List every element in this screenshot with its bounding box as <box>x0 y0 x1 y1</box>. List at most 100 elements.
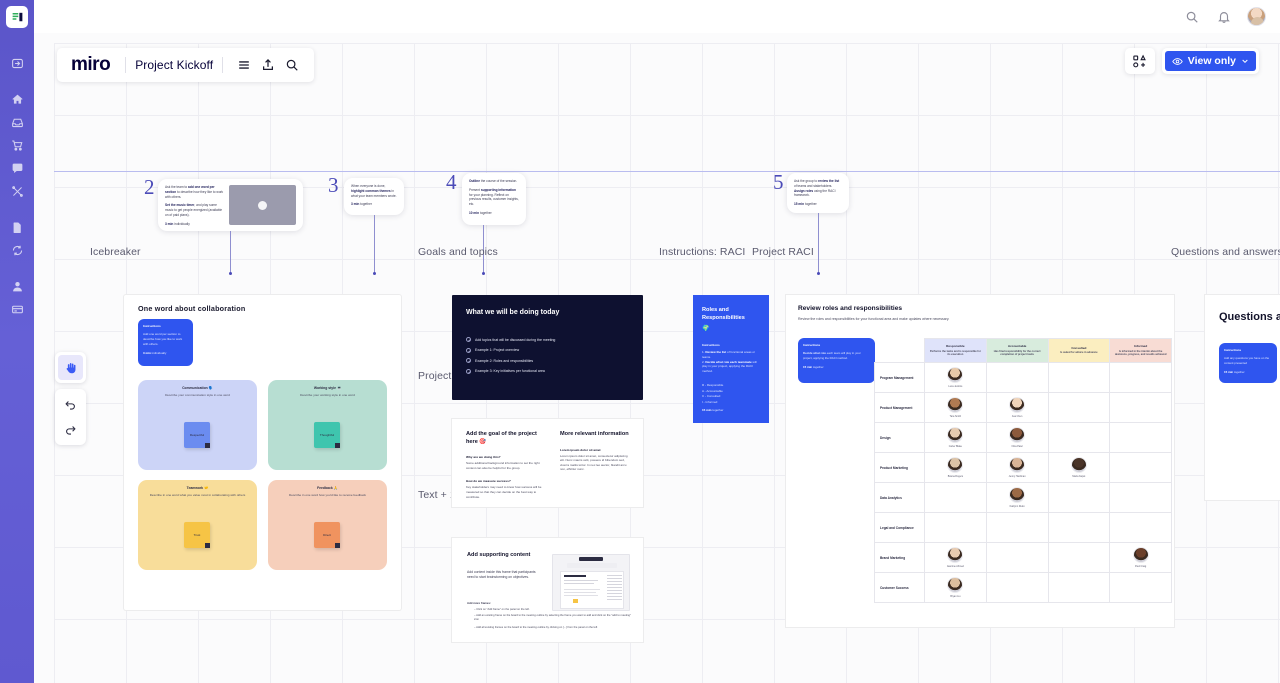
card-icon[interactable] <box>0 298 34 321</box>
raci-cell-empty[interactable] <box>1109 482 1172 513</box>
raci-cell-empty[interactable] <box>924 512 987 543</box>
apps-icon[interactable] <box>1124 48 1155 74</box>
raci-cell-person[interactable]: Carter Blake <box>924 422 987 453</box>
raci-cell-empty[interactable] <box>924 482 987 513</box>
inbox-icon[interactable] <box>0 111 34 134</box>
frame-icebreaker[interactable]: One word about collaboration Instruction… <box>124 295 401 610</box>
sync-icon[interactable] <box>0 239 34 262</box>
raci-cell-person[interactable]: Bryan Liu <box>924 572 987 603</box>
icebreaker-instructions-card[interactable]: Instructions Add one word per section to… <box>138 319 193 366</box>
raci-cell-person[interactable]: Paul Craig <box>1109 542 1172 573</box>
sticky-note[interactable]: Trust <box>184 522 210 548</box>
raci-row[interactable]: Product Marketing Briana Rogers Jenny Hard… <box>874 452 1172 483</box>
bell-icon[interactable] <box>1215 8 1233 26</box>
frame-label-qa[interactable]: Questions and answers <box>1171 246 1280 258</box>
supporting-content-image[interactable] <box>552 554 630 611</box>
raci-cell-empty[interactable] <box>985 512 1049 543</box>
collapse-icon[interactable] <box>0 52 34 75</box>
frame-label-goals[interactable]: Goals and topics <box>418 246 498 258</box>
raci-cell-person[interactable]: Jenny Hardman <box>985 452 1049 483</box>
step-4-card[interactable]: Outline the course of the session. Prese… <box>462 173 526 225</box>
raci-cell-empty[interactable] <box>1109 452 1172 483</box>
raci-cell-empty[interactable] <box>1047 512 1111 543</box>
raci-cell-person[interactable]: Jasmine Ahmed <box>924 542 987 573</box>
goals-item[interactable]: Add topics that will be discussed during… <box>466 337 555 342</box>
view-only-inner[interactable]: View only <box>1164 51 1256 71</box>
redo-tool[interactable] <box>58 417 83 442</box>
user-avatar[interactable] <box>1247 7 1266 26</box>
frame-text-plus-pictures[interactable]: Add supporting content Add content insid… <box>452 538 643 642</box>
frame-project-overview[interactable]: Add the goal of the project here 🎯 Why a… <box>452 419 643 507</box>
frame-label-icebreaker[interactable]: Icebreaker <box>90 246 141 258</box>
quadrant-communication[interactable]: Communication 🗣️ Describe your communica… <box>138 380 257 470</box>
view-only-button[interactable]: View only <box>1161 48 1259 74</box>
frame-raci-instructions[interactable]: Roles and Responsibilities 🌍 Instruction… <box>693 295 769 423</box>
raci-matrix[interactable]: Responsible Performs the tasks and is re… <box>874 338 1172 603</box>
raci-row[interactable]: Program Management Luca Jenkins <box>874 362 1172 393</box>
raci-cell-person[interactable]: Luca Jenkins <box>924 362 987 393</box>
share-icon[interactable] <box>256 53 280 77</box>
raci-cell-empty[interactable] <box>985 572 1049 603</box>
frame-label-raci-instructions[interactable]: Instructions: RACI <box>659 246 745 258</box>
raci-row[interactable]: Legal and Compliance <box>874 512 1172 543</box>
raci-cell-empty[interactable] <box>985 542 1049 573</box>
raci-cell-empty[interactable] <box>1047 572 1111 603</box>
sticky-note[interactable]: Direct <box>314 522 340 548</box>
raci-cell-empty[interactable] <box>1109 392 1172 423</box>
frame-label-raci[interactable]: Project RACI <box>752 246 814 258</box>
raci-cell-empty[interactable] <box>985 362 1049 393</box>
quadrant-feedback[interactable]: Feedback 🙏 Describe in one word how you'… <box>268 480 387 570</box>
step-5-card[interactable]: Ask the group to review the list of team… <box>787 173 849 213</box>
raci-cell-person[interactable]: Tara Smith <box>924 392 987 423</box>
raci-cell-empty[interactable] <box>1109 512 1172 543</box>
document-icon[interactable] <box>0 216 34 239</box>
raci-row[interactable]: Brand Marketing Jasmine Ahmed Paul Craig <box>874 542 1172 573</box>
qa-instructions-card[interactable]: Instructions Add any questions you have … <box>1219 343 1277 383</box>
raci-cell-empty[interactable] <box>1109 422 1172 453</box>
frame-questions-and-answers[interactable]: Questions and answers Instructions Add a… <box>1205 295 1280 500</box>
goals-item[interactable]: Example 2: Roles and responsibilities <box>466 358 555 363</box>
raci-cell-empty[interactable] <box>1047 422 1111 453</box>
step-2-card[interactable]: Ask the team to add one word per section… <box>158 179 303 231</box>
raci-cell-empty[interactable] <box>1109 572 1172 603</box>
home-icon[interactable] <box>0 88 34 111</box>
undo-tool[interactable] <box>58 392 83 417</box>
raci-cell-person[interactable]: Nina Patel <box>985 422 1049 453</box>
raci-instructions-card[interactable]: Instructions Decide what role each team … <box>798 338 875 383</box>
raci-cell-empty[interactable] <box>1047 362 1111 393</box>
sticky-note[interactable]: Thoughtful <box>314 422 340 448</box>
frame-project-raci[interactable]: Review roles and responsibilities Review… <box>786 295 1174 627</box>
raci-row[interactable]: Design Carter Blake Nina Patel <box>874 422 1172 453</box>
raci-row[interactable]: Data Analytics Kaitlynn Rudo <box>874 482 1172 513</box>
board-canvas[interactable]: miro Project Kickoff View only 2 Ask the… <box>34 33 1280 683</box>
app-logo-icon[interactable] <box>6 6 28 28</box>
raci-cell-person[interactable]: Briana Rogers <box>924 452 987 483</box>
scissors-icon[interactable] <box>0 180 34 203</box>
board-search-icon[interactable] <box>280 53 304 77</box>
goals-item[interactable]: Example 3: Key initiatives per functiona… <box>466 368 555 374</box>
miro-logo[interactable]: miro <box>67 54 116 76</box>
cart-icon[interactable] <box>0 134 34 157</box>
raci-cell-person[interactable]: Maria Kaput <box>1047 452 1111 483</box>
frame-goals-and-topics[interactable]: What we will be doing today Add topics t… <box>452 295 643 400</box>
board-title[interactable]: Project Kickoff <box>135 58 213 72</box>
goals-item[interactable]: Example 1: Project overview <box>466 347 555 353</box>
raci-cell-empty[interactable] <box>1047 392 1111 423</box>
sticky-note[interactable]: Respectful <box>184 422 210 448</box>
person-icon[interactable] <box>0 275 34 298</box>
hand-tool[interactable] <box>58 355 83 380</box>
step-2-thumbnail[interactable] <box>229 185 296 225</box>
raci-row[interactable]: Product Management Tara Smith Ava Chen <box>874 392 1172 423</box>
menu-icon[interactable] <box>232 53 256 77</box>
play-icon[interactable] <box>258 200 267 210</box>
search-icon[interactable] <box>1183 8 1201 26</box>
raci-cell-person[interactable]: Ava Chen <box>985 392 1049 423</box>
raci-cell-empty[interactable] <box>1109 362 1172 393</box>
step-3-card[interactable]: When everyone is done, highlight common … <box>344 178 404 215</box>
raci-cell-person[interactable]: Kaitlynn Rudo <box>985 482 1049 513</box>
raci-cell-empty[interactable] <box>1047 542 1111 573</box>
quadrant-working-style[interactable]: Working style 💻 Describe your working st… <box>268 380 387 470</box>
raci-row[interactable]: Customer Success Bryan Liu <box>874 572 1172 603</box>
quadrant-teamwork[interactable]: Teamwork 🤝 Describe in one word what you… <box>138 480 257 570</box>
raci-cell-empty[interactable] <box>1047 482 1111 513</box>
